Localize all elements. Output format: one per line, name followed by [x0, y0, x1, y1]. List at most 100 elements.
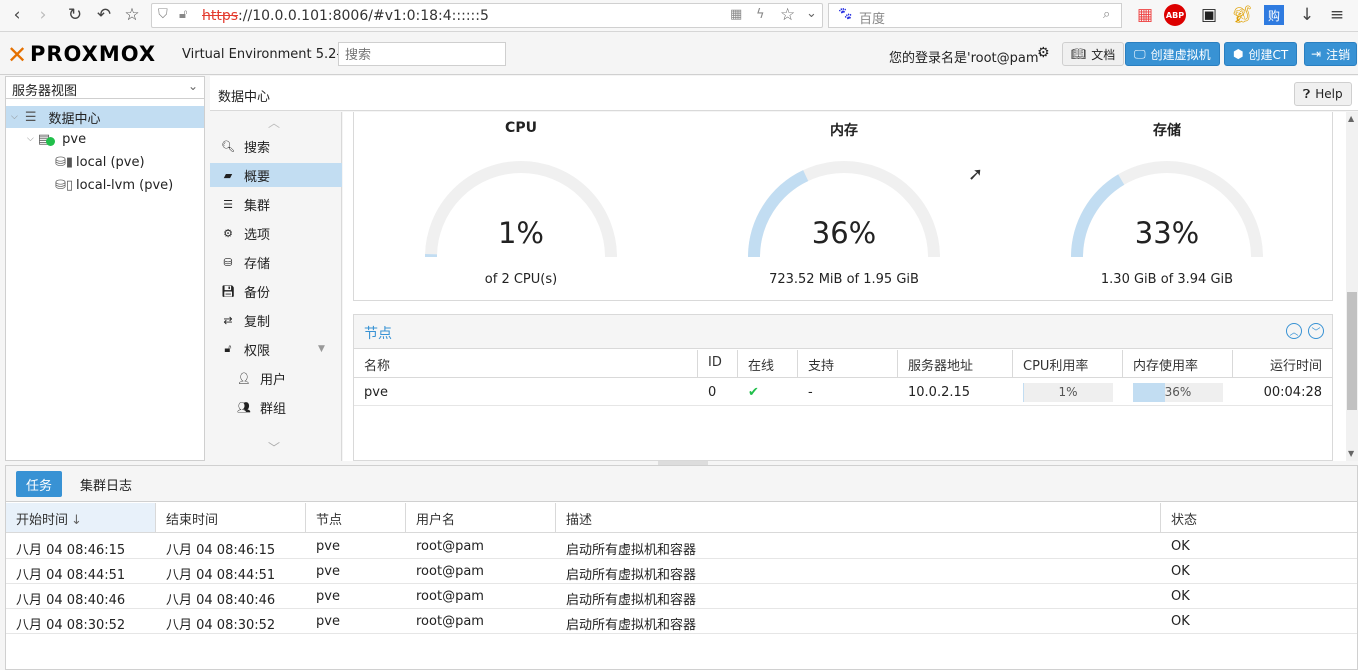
storage-icon: ⛁▮: [55, 154, 74, 170]
task-desc: 启动所有虚拟机和容器: [566, 543, 697, 558]
nav-item-label: 搜索: [244, 140, 271, 156]
gauge-subtext: 723.52 MiB of 1.95 GiB: [769, 272, 919, 287]
reload-icon[interactable]: ↻: [64, 4, 86, 26]
tab-tasks[interactable]: 任务: [16, 471, 63, 497]
address-bar[interactable]: ⛉ 🔓︎ https://10.0.0.101:8006/#v1:0:18:4:…: [151, 3, 823, 28]
tree-item-datacenter[interactable]: ⌵ ☰ 数据中心: [6, 106, 204, 128]
chevron-down-icon[interactable]: ﹀: [1308, 323, 1324, 339]
search-icon: 🔍︎: [221, 139, 235, 153]
adblock-icon[interactable]: ABP: [1164, 4, 1186, 26]
tab-cluster-log[interactable]: 集群日志: [70, 471, 142, 497]
tree-item-node[interactable]: ⌵ ▤ pve: [6, 128, 204, 150]
column-header[interactable]: 内存使用率: [1123, 350, 1233, 378]
create-vm-button[interactable]: 🖵 创建虚拟机: [1125, 42, 1220, 66]
shopping-icon[interactable]: 购: [1264, 5, 1284, 25]
forward-icon[interactable]: ›: [32, 4, 54, 26]
column-header[interactable]: 服务器地址: [898, 350, 1013, 378]
scrollbar-thumb[interactable]: [1347, 292, 1357, 410]
view-selector[interactable]: 服务器视图 ⌄: [6, 77, 204, 99]
qr-icon[interactable]: ▦: [730, 7, 742, 22]
bottom-tabs: 任务 集群日志: [6, 466, 1357, 502]
gauge-arc: [1071, 161, 1263, 258]
collapse-icon[interactable]: ▼: [318, 344, 325, 354]
node-name: pve: [364, 385, 388, 400]
search-icon[interactable]: ⌕: [1103, 7, 1110, 22]
column-header[interactable]: 名称: [354, 350, 698, 378]
table-row[interactable]: 八月 04 08:40:46 八月 04 08:40:46 pve root@p…: [6, 584, 1357, 609]
nav-item-groups[interactable]: 👥︎ 群组: [210, 395, 342, 419]
scroll-down-icon[interactable]: ▼: [1348, 449, 1354, 458]
tree-item-storage-local[interactable]: ⛁▮ local (pve): [6, 151, 204, 173]
database-icon: ⛁: [223, 255, 233, 269]
scroll-down-icon[interactable]: ﹀: [268, 439, 280, 456]
table-row[interactable]: 八月 04 08:30:52 八月 04 08:30:52 pve root@p…: [6, 609, 1357, 634]
column-header[interactable]: ID: [698, 350, 738, 378]
column-header[interactable]: 在线: [738, 350, 798, 378]
nav-item-label: 选项: [244, 227, 271, 243]
lightning-icon[interactable]: ϟ: [756, 7, 765, 22]
logout-button[interactable]: ⇥ 注销: [1304, 42, 1358, 66]
collapse-icon[interactable]: ⌵: [27, 134, 34, 144]
content-scrollbar[interactable]: ▲ ▼: [1346, 112, 1358, 461]
tree-item-label: local (pve): [76, 154, 145, 170]
nav-item-search[interactable]: 🔍︎ 搜索: [210, 134, 342, 158]
view-selector-value: 服务器视图: [12, 84, 78, 99]
column-header-start-time[interactable]: 开始时间 ↓: [6, 503, 156, 533]
cube-icon: ⬢: [1233, 47, 1244, 61]
table-row[interactable]: 八月 04 08:44:51 八月 04 08:44:51 pve root@p…: [6, 559, 1357, 584]
column-header[interactable]: 节点: [306, 503, 406, 533]
column-header[interactable]: CPU利用率: [1013, 350, 1123, 378]
chevron-up-icon[interactable]: ︿: [1286, 323, 1302, 339]
chevron-down-icon[interactable]: ⌄: [188, 79, 198, 93]
scroll-up-icon[interactable]: ▲: [1348, 114, 1354, 123]
monkey-icon[interactable]: 🐒︎: [1231, 4, 1253, 26]
nav-item-options[interactable]: ⚙ 选项: [210, 221, 342, 245]
nav-item-backup[interactable]: 💾︎ 备份: [210, 279, 342, 303]
desktop-icon: 🖵: [1134, 46, 1146, 61]
docs-button[interactable]: 📖︎ 文档: [1062, 42, 1125, 66]
chevron-down-icon[interactable]: ⌄: [806, 6, 817, 21]
retweet-icon: ⇄: [223, 313, 233, 327]
nav-item-label: 概要: [244, 169, 271, 185]
column-header[interactable]: 支持: [798, 350, 898, 378]
browser-search-bar[interactable]: 🐾︎ 百度 ⌕: [828, 3, 1122, 28]
column-header[interactable]: 运行时间: [1233, 350, 1332, 378]
nav-item-label: 群组: [260, 401, 287, 417]
sign-out-icon: ⇥: [1311, 47, 1322, 61]
extension-icon[interactable]: ▣: [1198, 4, 1220, 26]
logout-label: 注销: [1326, 47, 1351, 62]
download-icon[interactable]: ↓: [1296, 4, 1318, 26]
nav-item-permissions[interactable]: 🔓︎ 权限 ▼: [210, 337, 342, 361]
search-input[interactable]: [338, 42, 506, 66]
gauge-title: CPU: [505, 120, 537, 136]
create-ct-button[interactable]: ⬢ 创建CT: [1224, 42, 1298, 66]
tree-item-storage-local-lvm[interactable]: ⛁▯ local-lvm (pve): [6, 174, 204, 196]
nav-item-replication[interactable]: ⇄ 复制: [210, 308, 342, 332]
undo-icon[interactable]: ↶: [93, 4, 115, 26]
nav-item-storage[interactable]: ⛁ 存储: [210, 250, 342, 274]
task-end: 八月 04 08:40:46: [166, 593, 276, 608]
column-header[interactable]: 用户名: [406, 503, 556, 533]
gear-icon[interactable]: ⚙: [1037, 45, 1050, 61]
nav-item-label: 复制: [244, 314, 271, 330]
column-header[interactable]: 描述: [556, 503, 1161, 533]
table-row[interactable]: pve 0 ✔ - 10.0.2.15 1% 36% 00:04:28: [354, 379, 1332, 406]
nav-item-cluster[interactable]: ☰ 集群: [210, 192, 342, 216]
task-user: root@pam: [416, 564, 484, 579]
menu-icon[interactable]: ≡: [1326, 4, 1348, 26]
bookmark-star-icon[interactable]: ☆: [780, 5, 795, 25]
table-row[interactable]: 八月 04 08:46:15 八月 04 08:46:15 pve root@p…: [6, 534, 1357, 559]
scroll-up-icon[interactable]: ︿: [268, 114, 280, 131]
column-header[interactable]: 状态: [1161, 503, 1357, 533]
star-icon[interactable]: ☆: [121, 4, 143, 26]
check-icon: ✔: [748, 385, 759, 400]
column-header[interactable]: 结束时间: [156, 503, 306, 533]
nav-item-label: 存储: [244, 256, 271, 272]
collapse-icon[interactable]: ⌵: [11, 112, 18, 122]
help-button[interactable]: ❓︎ Help: [1294, 82, 1352, 106]
back-icon[interactable]: ‹: [6, 4, 28, 26]
nav-item-summary[interactable]: ▰ 概要: [210, 163, 342, 187]
node-online-icon: ▤: [38, 132, 55, 147]
apps-icon[interactable]: ▦: [1134, 4, 1156, 26]
nav-item-users[interactable]: 👤︎ 用户: [210, 366, 342, 390]
